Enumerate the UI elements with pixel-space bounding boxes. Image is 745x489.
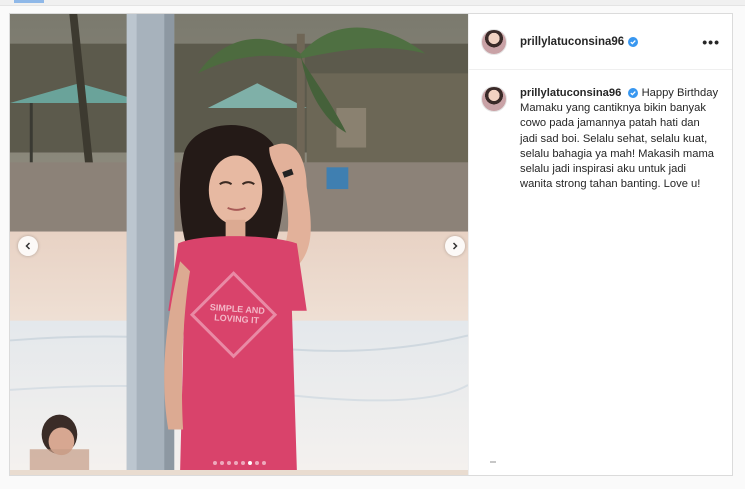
chevron-right-icon [452,242,458,250]
carousel-dot [212,461,217,465]
caption-avatar[interactable] [481,86,507,112]
verified-badge-icon [628,88,639,99]
verified-badge-icon [628,36,639,47]
post-media: SIMPLE AND LOVING IT [10,14,468,475]
carousel-next-button[interactable] [445,236,465,256]
carousel-dot [219,461,224,465]
tshirt-print: SIMPLE AND LOVING IT [209,302,266,326]
top-accent [14,0,44,3]
chevron-left-icon [25,242,31,250]
browser-top-strip [0,0,745,6]
carousel-dot [261,461,266,465]
caption-row: prillylatuconsina96 Happy Birthday Mamak… [469,70,732,192]
carousel-dot [226,461,231,465]
header-username[interactable]: prillylatuconsina96 [520,36,624,48]
divider-mark [490,461,496,463]
carousel-prev-button[interactable] [18,236,38,256]
caption: prillylatuconsina96 Happy Birthday Mamak… [520,86,720,192]
carousel-dot [233,461,238,465]
post-header: prillylatuconsina96 ••• [469,14,732,70]
instagram-post: SIMPLE AND LOVING IT prillylatuconsina96… [9,13,733,476]
more-options-icon[interactable]: ••• [702,34,720,50]
carousel-indicator [10,461,468,465]
carousel-dot [254,461,259,465]
post-photo [10,14,468,471]
caption-text: Happy Birthday Mamaku yang cantiknya bik… [520,87,719,191]
avatar[interactable] [481,28,507,55]
caption-username[interactable]: prillylatuconsina96 [520,87,621,99]
post-side-panel: prillylatuconsina96 ••• prillylatuconsin… [468,14,732,475]
carousel-dot [240,461,245,465]
carousel-dot [247,461,252,465]
